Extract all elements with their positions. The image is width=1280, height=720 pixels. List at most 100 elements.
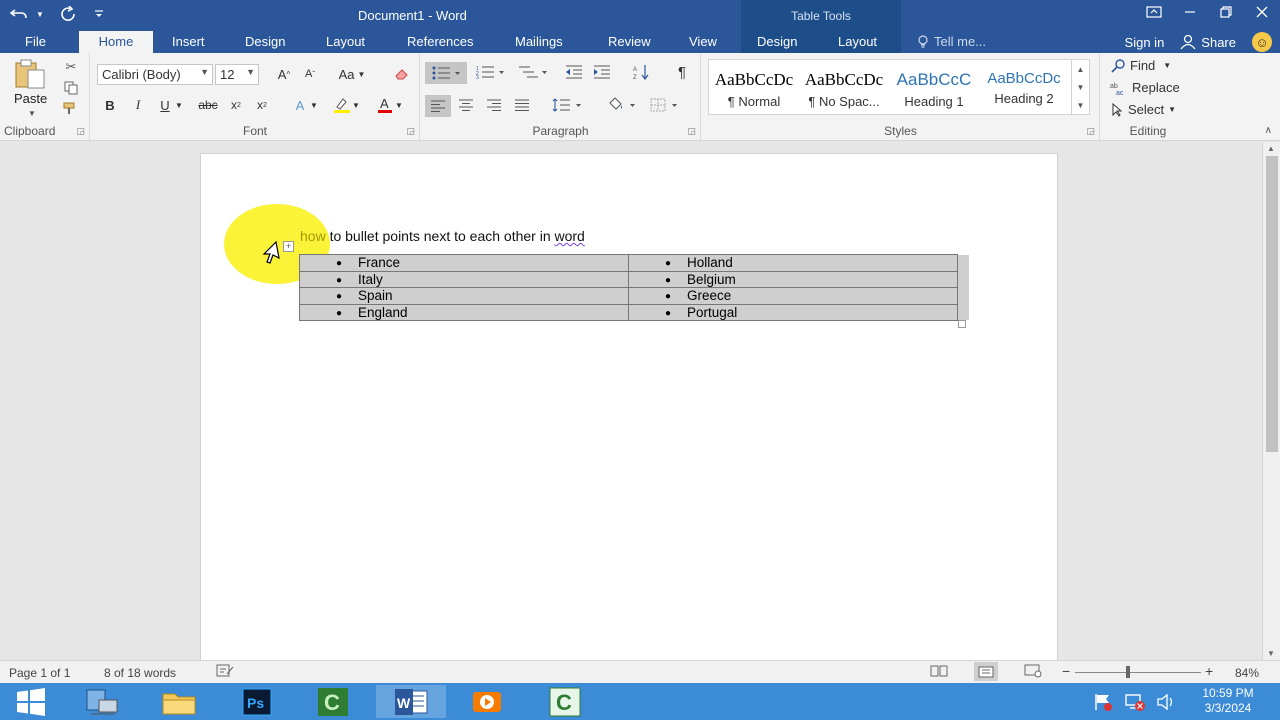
scroll-down-icon[interactable]: ▼ <box>1077 83 1085 92</box>
superscript-button[interactable]: x2 <box>251 95 273 115</box>
bullets-button[interactable] <box>425 62 467 84</box>
table-cell[interactable]: ● Belgium <box>628 270 958 288</box>
action-center-flag-icon[interactable] <box>1092 692 1114 712</box>
font-color-button[interactable]: A <box>374 95 396 115</box>
minimize-button[interactable] <box>1172 0 1208 24</box>
highlight-dropdown-icon[interactable]: ▼ <box>351 95 361 115</box>
copy-icon[interactable] <box>62 80 80 96</box>
redo-button[interactable] <box>56 2 82 26</box>
sign-in-link[interactable]: Sign in <box>1125 35 1165 50</box>
paste-dropdown-icon[interactable]: ▼ <box>28 109 36 118</box>
table-cell[interactable]: ● England <box>299 303 629 321</box>
tab-review[interactable]: Review <box>608 31 651 53</box>
font-launcher-icon[interactable]: ◲ <box>406 126 415 137</box>
more-styles-icon[interactable]: ▼ <box>1077 101 1085 110</box>
web-layout-icon[interactable] <box>1024 664 1042 681</box>
share-button[interactable]: Share <box>1180 34 1236 50</box>
format-painter-icon[interactable] <box>62 101 80 117</box>
align-left-button[interactable] <box>425 95 451 117</box>
shrink-font-button[interactable]: Aˇ <box>299 64 321 84</box>
increase-indent-button[interactable] <box>591 62 613 82</box>
find-button[interactable]: Find ▼ <box>1110 58 1171 73</box>
sort-button[interactable]: AZ <box>631 62 653 82</box>
tab-file[interactable]: File <box>25 31 46 53</box>
bullet-table[interactable]: ● France ● Holland ● Italy ● Belgium ● Spain … <box>299 254 958 321</box>
taskbar-photoshop[interactable]: Ps <box>222 685 292 718</box>
table-cell[interactable]: ● Greece <box>628 287 958 305</box>
decrease-indent-button[interactable] <box>563 62 585 82</box>
tab-home[interactable]: Home <box>79 31 153 53</box>
italic-button[interactable]: I <box>127 95 149 115</box>
zoom-in-icon[interactable]: + <box>1205 663 1213 679</box>
tab-view[interactable]: View <box>689 31 717 53</box>
paste-icon[interactable] <box>14 59 48 89</box>
tab-mailings[interactable]: Mailings <box>515 31 563 53</box>
strikethrough-button[interactable]: abc <box>195 95 221 115</box>
taskbar-camtasia-recorder[interactable]: C <box>298 685 368 718</box>
proofing-icon[interactable] <box>216 664 234 681</box>
scroll-down-arrow-icon[interactable]: ▼ <box>1267 649 1275 658</box>
grow-font-button[interactable]: A ^ <box>273 64 295 84</box>
table-cell[interactable]: ● France <box>299 254 629 272</box>
multilevel-list-button[interactable] <box>513 62 553 82</box>
network-disconnected-icon[interactable] <box>1124 692 1146 712</box>
highlight-color-button[interactable] <box>331 95 353 115</box>
undo-dropdown-icon[interactable]: ▼ <box>36 10 44 19</box>
underline-button[interactable]: U <box>154 95 176 115</box>
print-layout-icon[interactable] <box>974 662 998 681</box>
paste-label[interactable]: Paste <box>14 91 47 106</box>
replace-button[interactable]: ab ac Replace <box>1110 80 1180 95</box>
borders-button[interactable] <box>645 95 685 115</box>
style-heading-2[interactable]: AaBbCcDc Heading 2 <box>979 60 1069 114</box>
text-effects-icon[interactable]: A <box>289 95 311 115</box>
customize-qat-button[interactable] <box>86 2 112 26</box>
restore-button[interactable] <box>1208 0 1244 24</box>
font-color-dropdown-icon[interactable]: ▼ <box>394 95 404 115</box>
close-button[interactable] <box>1244 0 1280 24</box>
table-cell[interactable]: ● Holland <box>628 254 958 272</box>
clear-formatting-button[interactable] <box>390 64 412 84</box>
read-mode-icon[interactable] <box>930 664 948 681</box>
table-resize-handle-icon[interactable] <box>958 320 966 328</box>
zoom-out-icon[interactable]: − <box>1062 663 1070 679</box>
style-heading-1[interactable]: AaBbCcC Heading 1 <box>889 60 979 114</box>
shading-button[interactable] <box>601 95 641 115</box>
taskbar-camtasia-studio[interactable]: C <box>530 685 600 718</box>
bold-button[interactable]: B <box>99 95 121 115</box>
line-spacing-button[interactable] <box>549 95 585 115</box>
tab-table-layout[interactable]: Layout <box>838 31 877 53</box>
ribbon-display-options-button[interactable] <box>1136 0 1172 24</box>
vertical-scrollbar[interactable]: ▲ ▼ <box>1262 142 1280 660</box>
tab-table-design[interactable]: Design <box>757 31 797 53</box>
taskbar-word[interactable]: W <box>376 685 446 718</box>
start-button[interactable] <box>0 685 62 718</box>
select-button[interactable]: Select ▼ <box>1110 102 1176 117</box>
tab-references[interactable]: References <box>407 31 473 53</box>
styles-launcher-icon[interactable]: ◲ <box>1086 126 1095 137</box>
tab-design[interactable]: Design <box>245 31 285 53</box>
table-move-handle-icon[interactable]: + <box>283 241 294 252</box>
align-right-button[interactable] <box>483 95 505 115</box>
cut-icon[interactable]: ✂ <box>62 59 80 75</box>
scrollbar-thumb[interactable] <box>1266 156 1278 452</box>
paragraph-launcher-icon[interactable]: ◲ <box>687 126 696 137</box>
page-count[interactable]: Page 1 of 1 <box>9 666 70 680</box>
numbering-button[interactable]: 123 <box>471 62 511 82</box>
text-effects-dropdown-icon[interactable]: ▼ <box>309 95 319 115</box>
taskbar-server-app[interactable] <box>66 685 136 718</box>
undo-button[interactable] <box>6 2 32 26</box>
show-formatting-marks-icon[interactable]: ¶ <box>671 62 693 82</box>
style-normal[interactable]: AaBbCcDc ¶ Normal <box>709 60 799 114</box>
table-cell[interactable]: ● Italy <box>299 270 629 288</box>
document-text-line[interactable]: how to bullet points next to each other … <box>300 228 585 244</box>
collapse-ribbon-icon[interactable]: ∧ <box>1265 125 1272 136</box>
align-center-button[interactable] <box>455 95 477 115</box>
font-name-select[interactable]: Calibri (Body) ▼ <box>97 64 213 85</box>
system-clock[interactable]: 10:59 PM 3/3/2024 <box>1190 686 1266 716</box>
speaker-icon[interactable] <box>1156 693 1176 711</box>
font-size-select[interactable]: 12 ▼ <box>215 64 259 85</box>
clipboard-launcher-icon[interactable]: ◲ <box>76 126 85 137</box>
table-cell[interactable]: ● Portugal <box>628 303 958 321</box>
taskbar-file-explorer[interactable] <box>144 685 214 718</box>
justify-button[interactable] <box>511 95 533 115</box>
